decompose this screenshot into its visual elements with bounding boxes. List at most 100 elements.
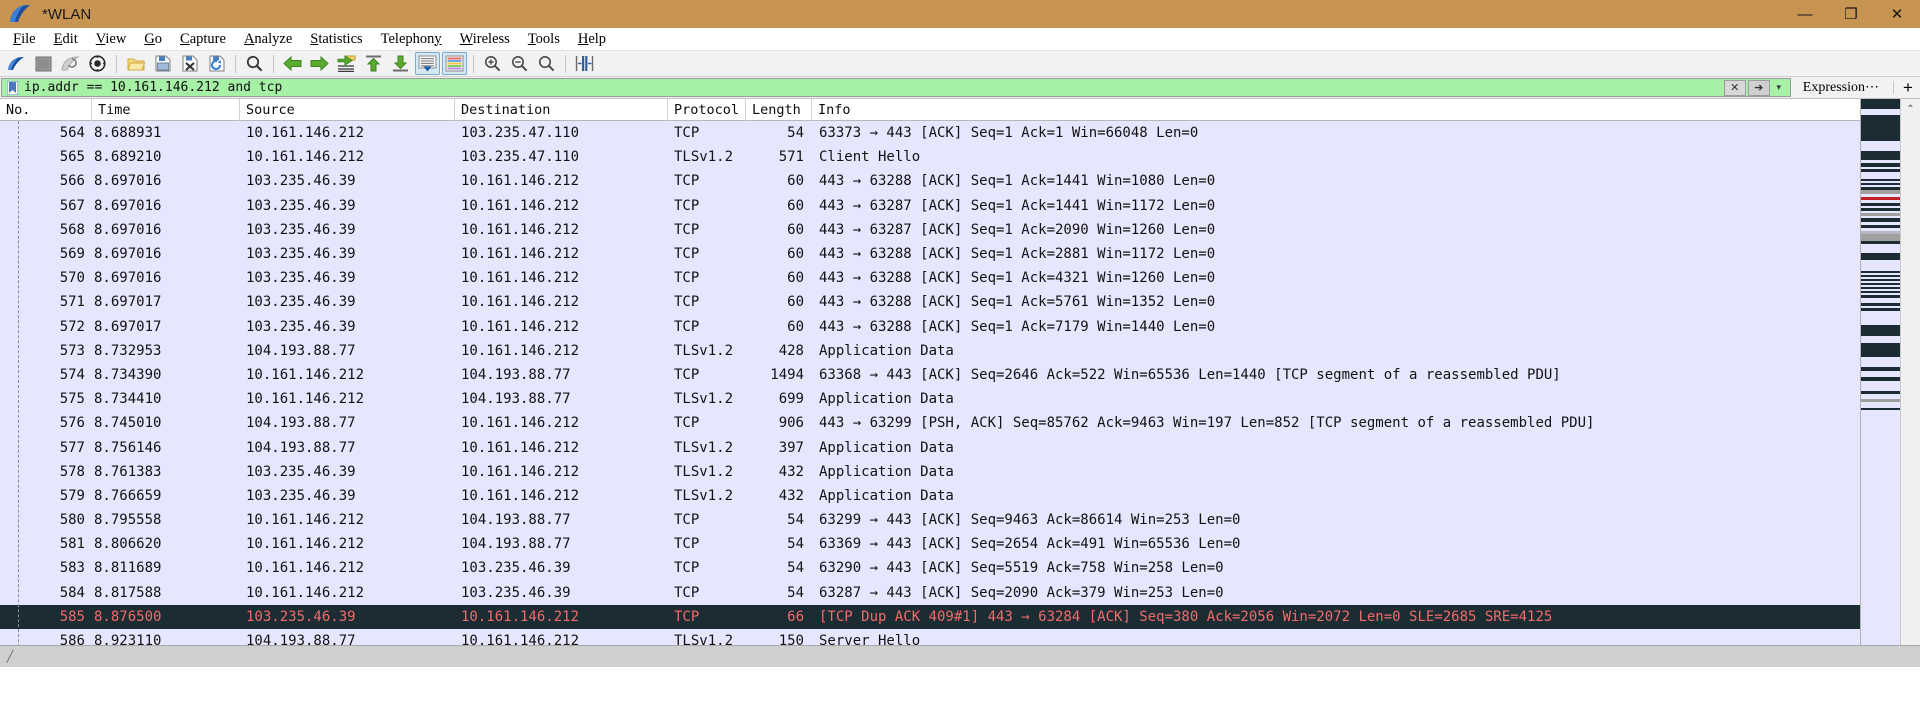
packet-row[interactable]: 564 8.688931 10.161.146.212 103.235.47.110 T… <box>0 121 1860 146</box>
filter-history-dropdown-icon[interactable]: ▾ <box>1771 80 1787 96</box>
resize-grip-icon[interactable]: ╱ <box>3 650 17 664</box>
zoom-out-icon[interactable] <box>507 52 532 75</box>
packet-time: 8.756146 <box>92 435 240 460</box>
apply-filter-button[interactable]: ➜ <box>1747 79 1770 96</box>
packet-num: 572 <box>0 314 92 339</box>
menu-statistics[interactable]: Statistics <box>301 29 371 50</box>
open-file-icon[interactable] <box>123 52 148 75</box>
packet-time: 8.734390 <box>92 362 240 388</box>
packet-row[interactable]: 581 8.806620 10.161.146.212 104.193.88.77 TC… <box>0 532 1860 557</box>
packet-row[interactable]: 565 8.689210 10.161.146.212 103.235.47.110 T… <box>0 145 1860 170</box>
filter-bookmark-icon[interactable] <box>5 80 20 96</box>
column-header-length[interactable]: Length <box>746 99 812 121</box>
packet-row[interactable]: 570 8.697016 103.235.46.39 10.161.146.212 TC… <box>0 266 1860 291</box>
capture-options-icon[interactable] <box>85 52 110 75</box>
packet-info: 443 → 63299 [PSH, ACK] Seq=85762 Ack=946… <box>819 415 1595 432</box>
column-header-no[interactable]: No. <box>0 99 92 121</box>
go-back-icon[interactable] <box>280 52 305 75</box>
menu-tools[interactable]: Tools <box>519 29 569 50</box>
packet-src: 104.193.88.77 <box>246 342 356 359</box>
column-header-protocol[interactable]: Protocol <box>668 99 746 121</box>
packet-dst: 10.161.146.212 <box>461 197 580 214</box>
close-file-icon[interactable] <box>177 52 202 75</box>
packet-row[interactable]: 568 8.697016 103.235.46.39 10.161.146.212 TC… <box>0 217 1860 242</box>
packet-src: 10.161.146.212 <box>246 584 365 601</box>
packet-row[interactable]: 583 8.811689 10.161.146.212 103.235.46.39 TC… <box>0 556 1860 581</box>
menu-edit[interactable]: Edit <box>45 29 87 50</box>
start-capture-icon[interactable] <box>4 52 29 75</box>
packet-row[interactable]: 575 8.734410 10.161.146.212 104.193.88.77 TL… <box>0 387 1860 412</box>
menu-telephony[interactable]: Telephony <box>372 29 451 50</box>
close-button[interactable]: ✕ <box>1874 0 1920 28</box>
auto-scroll-icon[interactable] <box>415 52 440 75</box>
packet-proto: TLSv1.2 <box>674 149 734 166</box>
go-to-packet-icon[interactable] <box>334 52 359 75</box>
packet-list-header: No. Time Source Destination Protocol Length In… <box>0 99 1860 121</box>
column-header-time[interactable]: Time <box>92 99 240 121</box>
packet-proto: TCP <box>674 270 700 287</box>
menu-wireless[interactable]: Wireless <box>451 29 519 50</box>
go-to-first-icon[interactable] <box>361 52 386 75</box>
packet-num: 567 <box>0 193 92 218</box>
menu-help[interactable]: Help <box>569 29 615 50</box>
packet-src: 103.235.46.39 <box>246 197 356 214</box>
zoom-in-icon[interactable] <box>480 52 505 75</box>
packet-row[interactable]: 579 8.766659 103.235.46.39 10.161.146.212 TL… <box>0 483 1860 508</box>
packet-row[interactable]: 569 8.697016 103.235.46.39 10.161.146.212 TC… <box>0 241 1860 267</box>
packet-row[interactable]: 571 8.697017 103.235.46.39 10.161.146.212 TC… <box>0 290 1860 315</box>
column-header-source[interactable]: Source <box>240 99 455 121</box>
scroll-up-icon[interactable]: ⌃ <box>1901 99 1920 119</box>
packet-row[interactable]: 584 8.817588 10.161.146.212 103.235.46.39 TC… <box>0 580 1860 605</box>
zoom-reset-icon[interactable] <box>534 52 559 75</box>
find-packet-icon[interactable] <box>242 52 267 75</box>
go-forward-icon[interactable] <box>307 52 332 75</box>
menu-capture[interactable]: Capture <box>171 29 235 50</box>
go-to-last-icon[interactable] <box>388 52 413 75</box>
scrollbar-track[interactable] <box>1901 119 1920 667</box>
overview-band <box>1861 260 1900 271</box>
packet-src: 10.161.146.212 <box>246 560 365 577</box>
packet-row[interactable]: 573 8.732953 104.193.88.77 10.161.146.212 TL… <box>0 338 1860 363</box>
save-file-icon[interactable] <box>150 52 175 75</box>
menu-file[interactable]: File <box>4 29 45 50</box>
packet-time: 8.811689 <box>92 556 240 581</box>
resize-columns-icon[interactable] <box>572 52 597 75</box>
add-filter-button[interactable]: + <box>1896 77 1920 98</box>
packet-row[interactable]: 578 8.761383 103.235.46.39 10.161.146.212 TL… <box>0 459 1860 484</box>
packet-row[interactable]: 576 8.745010 104.193.88.77 10.161.146.212 TC… <box>0 411 1860 436</box>
packet-row[interactable]: 577 8.756146 104.193.88.77 10.161.146.212 TL… <box>0 435 1860 460</box>
packet-row[interactable]: 574 8.734390 10.161.146.212 104.193.88.77 TC… <box>0 362 1860 388</box>
packet-time: 8.689210 <box>92 145 240 170</box>
packet-dst: 10.161.146.212 <box>461 270 580 287</box>
packet-dst: 10.161.146.212 <box>461 221 580 238</box>
column-header-destination[interactable]: Destination <box>455 99 668 121</box>
reload-file-icon[interactable] <box>204 52 229 75</box>
packet-dst: 103.235.47.110 <box>461 149 580 166</box>
stop-capture-icon[interactable] <box>31 52 56 75</box>
packet-row[interactable]: 567 8.697016 103.235.46.39 10.161.146.212 TC… <box>0 193 1860 218</box>
packet-num: 568 <box>0 217 92 242</box>
colorize-packets-icon[interactable] <box>442 52 467 75</box>
packet-proto: TCP <box>674 560 700 577</box>
column-header-info[interactable]: Info <box>812 99 1860 121</box>
packet-list-scrollbar[interactable]: ⌃ <box>1900 99 1920 667</box>
packet-info: 63287 → 443 [ACK] Seq=2090 Ack=379 Win=2… <box>819 584 1224 601</box>
display-filter-input[interactable]: ip.addr == 10.161.146.212 and tcp ✕ ➜ ▾ <box>1 78 1791 97</box>
packet-row[interactable]: 572 8.697017 103.235.46.39 10.161.146.212 TC… <box>0 314 1860 339</box>
packet-time: 8.688931 <box>92 121 240 146</box>
packet-row[interactable]: 566 8.697016 103.235.46.39 10.161.146.212 TC… <box>0 169 1860 194</box>
minimize-button[interactable]: — <box>1782 0 1828 28</box>
menu-go[interactable]: Go <box>135 29 171 50</box>
overview-band <box>1861 336 1900 343</box>
menu-analyze[interactable]: Analyze <box>235 29 301 50</box>
filter-expression-button[interactable]: Expression⋯ <box>1791 77 1891 98</box>
clear-filter-button[interactable]: ✕ <box>1723 79 1746 96</box>
packet-row[interactable]: 585 8.876500 103.235.46.39 10.161.146.212 TC… <box>0 604 1860 629</box>
packet-row[interactable]: 580 8.795558 10.161.146.212 104.193.88.77 TC… <box>0 508 1860 533</box>
packet-list-overview[interactable] <box>1860 99 1900 667</box>
restart-capture-icon[interactable] <box>58 52 83 75</box>
menu-view[interactable]: View <box>87 29 136 50</box>
restore-button[interactable]: ❐ <box>1828 0 1874 28</box>
packet-info: [TCP Dup ACK 409#1] 443 → 63284 [ACK] Se… <box>819 608 1553 625</box>
display-filter-value[interactable]: ip.addr == 10.161.146.212 and tcp <box>24 80 1723 95</box>
